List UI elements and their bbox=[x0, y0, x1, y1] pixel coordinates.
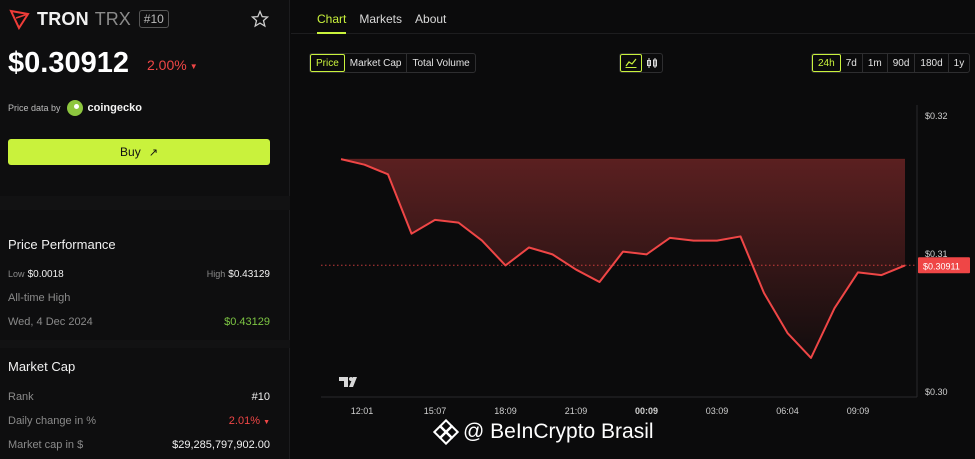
y-tick-label: $0.32 bbox=[925, 111, 948, 121]
tab-divider bbox=[291, 33, 975, 34]
section-divider bbox=[0, 340, 290, 348]
x-tick-label: 03:09 bbox=[706, 406, 729, 416]
attribution-label: Price data by bbox=[8, 103, 61, 113]
rank-row: Rank #10 bbox=[8, 391, 270, 403]
down-arrow-icon: ▼ bbox=[189, 61, 198, 71]
range-90d-button[interactable]: 90d bbox=[888, 54, 916, 72]
price-attribution: Price data by coingecko bbox=[8, 100, 142, 116]
y-tick-label: $0.30 bbox=[925, 387, 948, 397]
section-divider bbox=[0, 196, 290, 210]
metric-selector: Price Market Cap Total Volume bbox=[309, 53, 476, 73]
x-tick-label: 21:09 bbox=[565, 406, 588, 416]
time-range-selector: 24h 7d 1m 90d 180d 1y bbox=[811, 53, 971, 73]
down-arrow-icon: ▼ bbox=[263, 419, 270, 426]
chart-type-selector bbox=[619, 53, 663, 73]
coingecko-icon bbox=[66, 100, 83, 116]
active-tab-indicator bbox=[317, 32, 346, 34]
current-price: $0.30912 bbox=[8, 47, 129, 79]
watermark-text: @ BeInCrypto Brasil bbox=[463, 420, 654, 443]
low-value: $0.0018 bbox=[27, 269, 64, 280]
coin-header: TRON TRX #10 bbox=[9, 8, 169, 30]
x-tick-label: 06:04 bbox=[776, 406, 799, 416]
coingecko-name[interactable]: coingecko bbox=[88, 102, 142, 114]
external-arrow-icon: ↗ bbox=[148, 146, 158, 159]
high-value: $0.43129 bbox=[228, 269, 270, 280]
candlestick-chart-icon[interactable] bbox=[642, 54, 662, 72]
metric-market-cap-button[interactable]: Market Cap bbox=[345, 54, 408, 72]
x-tick-label: 12:01 bbox=[351, 406, 374, 416]
market-cap-title: Market Cap bbox=[8, 359, 76, 374]
x-tick-label: 00:09 bbox=[635, 406, 658, 416]
market-cap-value: $29,285,797,902.00 bbox=[172, 439, 270, 451]
daily-change-value: 2.01% bbox=[228, 415, 260, 427]
tab-chart[interactable]: Chart bbox=[317, 12, 346, 26]
current-price-label: $0.30911 bbox=[923, 261, 960, 271]
rank-label: Rank bbox=[8, 391, 34, 403]
range-1m-button[interactable]: 1m bbox=[863, 54, 888, 72]
price-change-value: 2.00% bbox=[147, 57, 187, 73]
rank-badge: #10 bbox=[138, 10, 169, 28]
range-24h-button[interactable]: 24h bbox=[812, 54, 841, 72]
tradingview-logo-icon bbox=[339, 377, 357, 387]
tron-logo-icon bbox=[9, 9, 30, 30]
x-tick-label: 15:07 bbox=[424, 406, 447, 416]
price-change: 2.00% ▼ bbox=[147, 57, 198, 73]
daily-change-label: Daily change in % bbox=[8, 415, 97, 427]
coin-info-panel: TRON TRX #10 $0.30912 2.00% ▼ Price data … bbox=[0, 0, 290, 459]
high-label: High bbox=[206, 269, 226, 279]
metric-total-volume-button[interactable]: Total Volume bbox=[407, 54, 474, 72]
watermark: @ BeInCrypto Brasil bbox=[433, 419, 654, 445]
price-chart[interactable]: $0.32 $0.31 $0.30 $0.30911 12:01 15:07 18:09 21… bbox=[291, 95, 975, 459]
market-cap-label: Market cap in $ bbox=[8, 439, 84, 451]
ath-label: All-time High bbox=[8, 292, 71, 304]
range-7d-button[interactable]: 7d bbox=[841, 54, 863, 72]
buy-button[interactable]: Buy ↗ bbox=[8, 139, 270, 165]
line-chart-icon[interactable] bbox=[620, 54, 642, 72]
low-label: Low bbox=[8, 269, 25, 279]
price-performance-title: Price Performance bbox=[8, 237, 116, 252]
coin-symbol: TRX bbox=[94, 8, 131, 29]
favorite-star-icon[interactable] bbox=[251, 10, 269, 28]
chart-panel: Chart Markets About Price Market Cap Tot… bbox=[291, 0, 975, 459]
market-cap-row: Market cap in $ $29,285,797,902.00 bbox=[8, 439, 270, 451]
x-tick-label: 18:09 bbox=[494, 406, 517, 416]
rank-value: #10 bbox=[251, 391, 270, 403]
ath-date: Wed, 4 Dec 2024 bbox=[8, 316, 93, 328]
buy-label: Buy bbox=[120, 145, 141, 159]
ath-row: All-time High bbox=[8, 292, 270, 304]
coin-name: TRON bbox=[37, 8, 89, 29]
tab-about[interactable]: About bbox=[415, 12, 446, 26]
tab-bar: Chart Markets About bbox=[317, 12, 446, 26]
ath-date-row: Wed, 4 Dec 2024 $0.43129 bbox=[8, 316, 270, 328]
price-area-fill bbox=[341, 159, 905, 358]
daily-change-row: Daily change in % 2.01% ▼ bbox=[8, 415, 270, 427]
beincrypto-logo-icon bbox=[433, 419, 459, 445]
tab-markets[interactable]: Markets bbox=[359, 12, 402, 26]
x-tick-label: 09:09 bbox=[847, 406, 870, 416]
range-180d-button[interactable]: 180d bbox=[915, 54, 949, 72]
price-chart-svg: $0.32$0.31$0.30$0.3091112:01 15:07 18:09 21… bbox=[321, 105, 970, 416]
range-1y-button[interactable]: 1y bbox=[949, 54, 970, 72]
ath-value: $0.43129 bbox=[224, 316, 270, 328]
metric-price-button[interactable]: Price bbox=[310, 54, 345, 72]
low-high-row: Low $0.0018 High $0.43129 bbox=[8, 268, 270, 280]
